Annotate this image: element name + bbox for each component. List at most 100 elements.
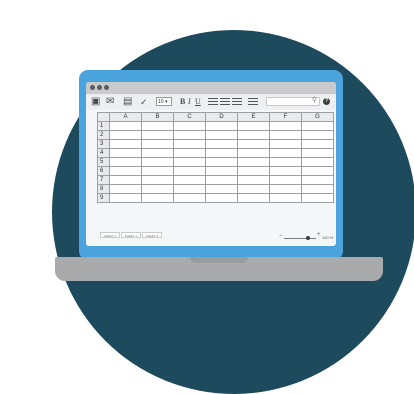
row-header[interactable]: 2 (97, 130, 110, 140)
cell[interactable] (141, 121, 174, 131)
cell[interactable] (205, 130, 238, 140)
row-header[interactable]: 6 (97, 166, 110, 176)
cell[interactable] (173, 184, 206, 194)
cell[interactable] (237, 157, 270, 167)
cell[interactable] (237, 121, 270, 131)
window-maximize-dot[interactable] (104, 85, 109, 90)
cell[interactable] (301, 130, 334, 140)
sheet-tab[interactable]: SHEET 1 (100, 232, 120, 238)
font-size-select[interactable]: 10 ▾ (156, 97, 172, 106)
cell[interactable] (205, 157, 238, 167)
cell[interactable] (269, 157, 302, 167)
cell[interactable] (269, 184, 302, 194)
cell[interactable] (109, 148, 142, 158)
cell[interactable] (173, 139, 206, 149)
row-header[interactable]: 9 (97, 193, 110, 203)
cell[interactable] (141, 193, 174, 203)
cell[interactable] (109, 130, 142, 140)
cell[interactable] (173, 193, 206, 203)
cell[interactable] (237, 184, 270, 194)
cell[interactable] (141, 166, 174, 176)
cell[interactable] (141, 130, 174, 140)
cell[interactable] (173, 157, 206, 167)
cell[interactable] (237, 148, 270, 158)
cell[interactable] (269, 193, 302, 203)
cell[interactable] (301, 121, 334, 131)
zoom-in-button[interactable]: + (317, 232, 321, 238)
cell[interactable] (141, 148, 174, 158)
cell[interactable] (141, 157, 174, 167)
cell[interactable] (109, 166, 142, 176)
column-header[interactable]: E (237, 112, 270, 122)
zoom-out-button[interactable]: − (279, 233, 283, 239)
italic-button[interactable]: I (188, 97, 191, 107)
cell[interactable] (205, 166, 238, 176)
cell[interactable] (269, 166, 302, 176)
cell[interactable] (173, 148, 206, 158)
cell[interactable] (269, 175, 302, 185)
cell[interactable] (237, 166, 270, 176)
select-all-corner[interactable] (97, 112, 110, 122)
cell[interactable] (237, 175, 270, 185)
cell[interactable] (173, 130, 206, 140)
cell[interactable] (269, 121, 302, 131)
column-header[interactable]: F (269, 112, 302, 122)
cell[interactable] (205, 121, 238, 131)
cell[interactable] (109, 139, 142, 149)
cell[interactable] (301, 193, 334, 203)
cell[interactable] (141, 139, 174, 149)
row-header[interactable]: 4 (97, 148, 110, 158)
cell[interactable] (269, 148, 302, 158)
row-header[interactable]: 8 (97, 184, 110, 194)
save-icon[interactable]: ▣ (91, 96, 100, 108)
column-header[interactable]: B (141, 112, 174, 122)
cell[interactable] (173, 166, 206, 176)
column-header[interactable]: D (205, 112, 238, 122)
cell[interactable] (173, 175, 206, 185)
cell[interactable] (141, 175, 174, 185)
sheet-tab[interactable]: SHEET 3 (142, 232, 162, 238)
cell[interactable] (109, 175, 142, 185)
cell[interactable] (237, 130, 270, 140)
row-header[interactable]: 7 (97, 175, 110, 185)
cell[interactable] (269, 130, 302, 140)
cell[interactable] (237, 139, 270, 149)
search-input[interactable]: ⚲ (266, 97, 320, 106)
column-header[interactable]: A (109, 112, 142, 122)
row-header[interactable]: 1 (97, 121, 110, 131)
mail-icon[interactable]: ✉ (106, 96, 114, 108)
cell[interactable] (301, 175, 334, 185)
column-header[interactable]: G (301, 112, 334, 122)
column-header[interactable]: C (173, 112, 206, 122)
cell[interactable] (109, 184, 142, 194)
cell[interactable] (109, 157, 142, 167)
cell[interactable] (237, 193, 270, 203)
cell[interactable] (205, 175, 238, 185)
help-icon[interactable]: ? (323, 98, 330, 105)
cell[interactable] (109, 121, 142, 131)
cell[interactable] (205, 148, 238, 158)
cell[interactable] (109, 193, 142, 203)
check-icon[interactable]: ✓ (140, 96, 148, 108)
justify-icon[interactable] (248, 98, 258, 105)
cell[interactable] (301, 184, 334, 194)
print-icon[interactable]: ▤ (123, 96, 132, 108)
sheet-tab[interactable]: SHEET 2 (121, 232, 141, 238)
row-header[interactable]: 3 (97, 139, 110, 149)
cell[interactable] (301, 139, 334, 149)
cell[interactable] (173, 121, 206, 131)
cell[interactable] (301, 166, 334, 176)
cell[interactable] (205, 184, 238, 194)
underline-button[interactable]: U (195, 97, 201, 107)
bold-button[interactable]: B (180, 97, 185, 107)
cell[interactable] (301, 148, 334, 158)
cell[interactable] (205, 193, 238, 203)
cell[interactable] (141, 184, 174, 194)
window-close-dot[interactable] (90, 85, 95, 90)
zoom-slider[interactable] (284, 236, 316, 240)
align-left-icon[interactable] (208, 98, 218, 105)
zoom-slider-thumb[interactable] (306, 236, 310, 240)
align-center-icon[interactable] (220, 98, 230, 105)
cell[interactable] (301, 157, 334, 167)
align-right-icon[interactable] (232, 98, 242, 105)
